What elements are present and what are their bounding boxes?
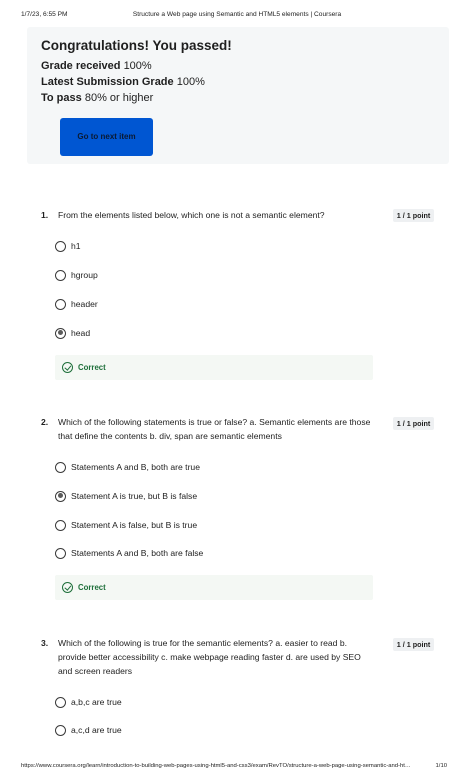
result-card: Congratulations! You passed! Grade recei… (27, 27, 449, 164)
option-label: header (71, 299, 98, 309)
latest-grade-value: 100% (176, 76, 205, 88)
option[interactable]: a,c,d are true (55, 723, 122, 737)
page-number: 1/10 (435, 763, 447, 769)
option-label: a,c,d are true (71, 725, 122, 735)
question-number: 1. (41, 210, 49, 220)
to-pass: To pass 80% or higher (41, 92, 153, 104)
result-heading: Congratulations! You passed! (41, 38, 232, 53)
feedback-label: Correct (78, 363, 106, 372)
grade-received-label: Grade received (41, 60, 121, 72)
feedback-label: Correct (78, 583, 106, 592)
grade-received: Grade received 100% (41, 60, 152, 72)
option-label: Statements A and B, both are false (71, 548, 204, 558)
option-label: h1 (71, 241, 81, 251)
radio-button[interactable] (55, 298, 66, 310)
print-footer: https://www.coursera.org/learn/introduct… (21, 763, 453, 773)
question-text: From the elements listed below, which on… (58, 210, 325, 220)
check-circle-icon (62, 362, 73, 373)
feedback-correct: Correct (55, 575, 373, 600)
option-label: Statement A is true, but B is false (71, 491, 198, 501)
latest-submission-grade: Latest Submission Grade 100% (41, 76, 205, 88)
feedback-correct: Correct (55, 355, 373, 380)
to-pass-label: To pass (41, 92, 82, 104)
grade-received-value: 100% (123, 60, 152, 72)
option[interactable]: hgroup (55, 268, 98, 282)
to-pass-value: 80% or higher (84, 92, 154, 104)
option[interactable]: h1 (55, 239, 81, 253)
option-label: hgroup (71, 270, 98, 280)
radio-button[interactable] (55, 269, 66, 281)
go-to-next-item-button[interactable]: Go to next item (60, 118, 153, 156)
radio-button[interactable] (55, 240, 66, 252)
question-text: Which of the following statements is tru… (58, 417, 371, 441)
radio-button[interactable] (55, 461, 66, 473)
print-header: 1/7/23, 6:55 PM Structure a Web page usi… (21, 11, 453, 21)
option[interactable]: Statement A is true, but B is false (55, 489, 197, 503)
option-label: Statement A is false, but B is true (71, 520, 198, 530)
option[interactable]: head (55, 326, 90, 340)
radio-button[interactable] (55, 724, 66, 736)
option[interactable]: Statements A and B, both are true (55, 460, 200, 474)
question-text: Which of the following is true for the s… (58, 638, 361, 676)
question-number: 2. (41, 417, 49, 427)
option-label: Statements A and B, both are true (71, 462, 200, 472)
option-label: a,b,c are true (71, 697, 122, 707)
page-url: https://www.coursera.org/learn/introduct… (21, 763, 411, 769)
option[interactable]: header (55, 297, 98, 311)
option-label: head (71, 328, 91, 338)
radio-button-selected[interactable] (55, 490, 66, 502)
radio-button-selected[interactable] (55, 327, 66, 339)
option[interactable]: a,b,c are true (55, 695, 122, 709)
radio-button[interactable] (55, 519, 66, 531)
check-circle-icon (62, 582, 73, 593)
radio-button[interactable] (55, 547, 66, 559)
points-badge: 1 / 1 point (393, 209, 434, 222)
option[interactable]: Statement A is false, but B is true (55, 518, 197, 532)
latest-grade-label: Latest Submission Grade (41, 76, 174, 88)
points-badge: 1 / 1 point (393, 417, 434, 430)
points-badge: 1 / 1 point (393, 638, 434, 651)
print-page-title: Structure a Web page using Semantic and … (132, 11, 342, 18)
question-number: 3. (41, 638, 49, 648)
radio-button[interactable] (55, 696, 66, 708)
option[interactable]: Statements A and B, both are false (55, 546, 203, 560)
